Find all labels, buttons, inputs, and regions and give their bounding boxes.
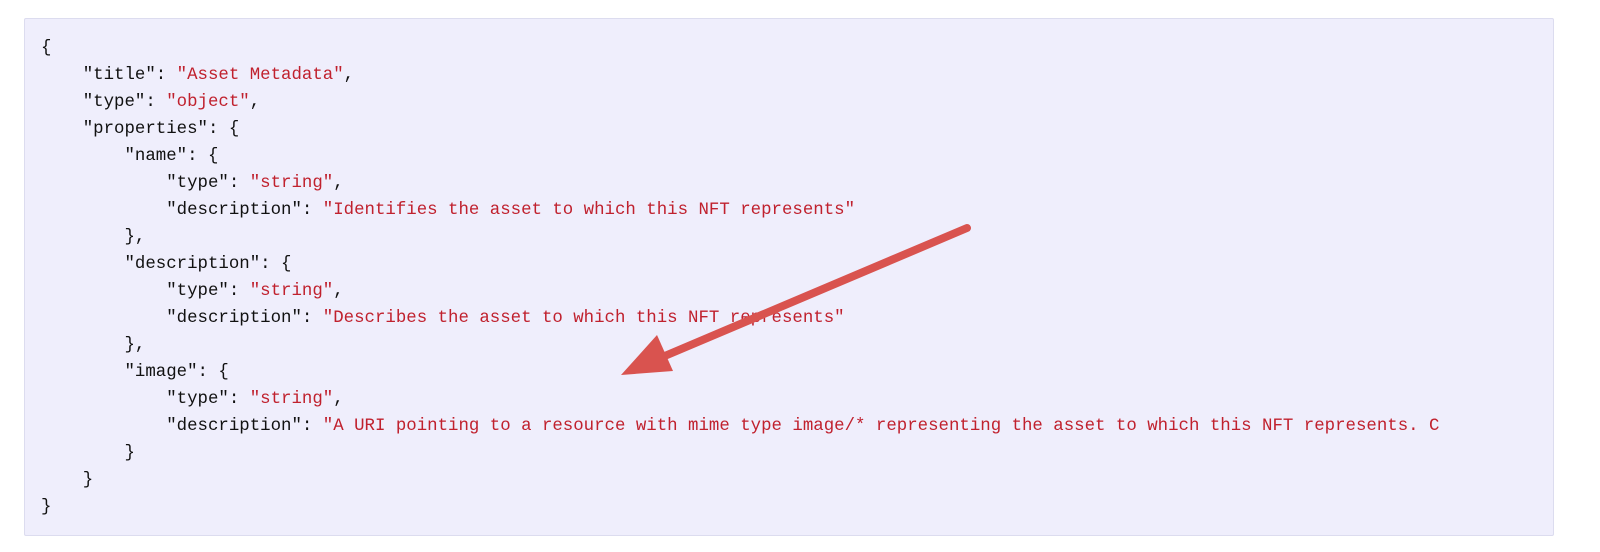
code-line: }, xyxy=(41,228,146,247)
code-line: } xyxy=(41,498,52,517)
code-line: "name": { xyxy=(41,147,219,166)
code-line: "title": "Asset Metadata", xyxy=(41,66,355,85)
json-schema-code: { "title": "Asset Metadata", "type": "ob… xyxy=(25,19,1553,521)
code-line: "type": "string", xyxy=(41,390,344,409)
code-line: "image": { xyxy=(41,363,229,382)
code-line: } xyxy=(41,471,94,490)
code-line: "description": "Identifies the asset to … xyxy=(41,201,856,220)
code-line: "description": "Describes the asset to w… xyxy=(41,309,845,328)
code-line: "description": "A URI pointing to a reso… xyxy=(41,417,1440,436)
code-line: { xyxy=(41,39,52,58)
code-line: } xyxy=(41,444,135,463)
code-line: "type": "object", xyxy=(41,93,261,112)
code-line: "description": { xyxy=(41,255,292,274)
code-line: }, xyxy=(41,336,146,355)
code-line: "type": "string", xyxy=(41,282,344,301)
code-line: "properties": { xyxy=(41,120,240,139)
code-line: "type": "string", xyxy=(41,174,344,193)
json-code-block: { "title": "Asset Metadata", "type": "ob… xyxy=(24,18,1554,536)
